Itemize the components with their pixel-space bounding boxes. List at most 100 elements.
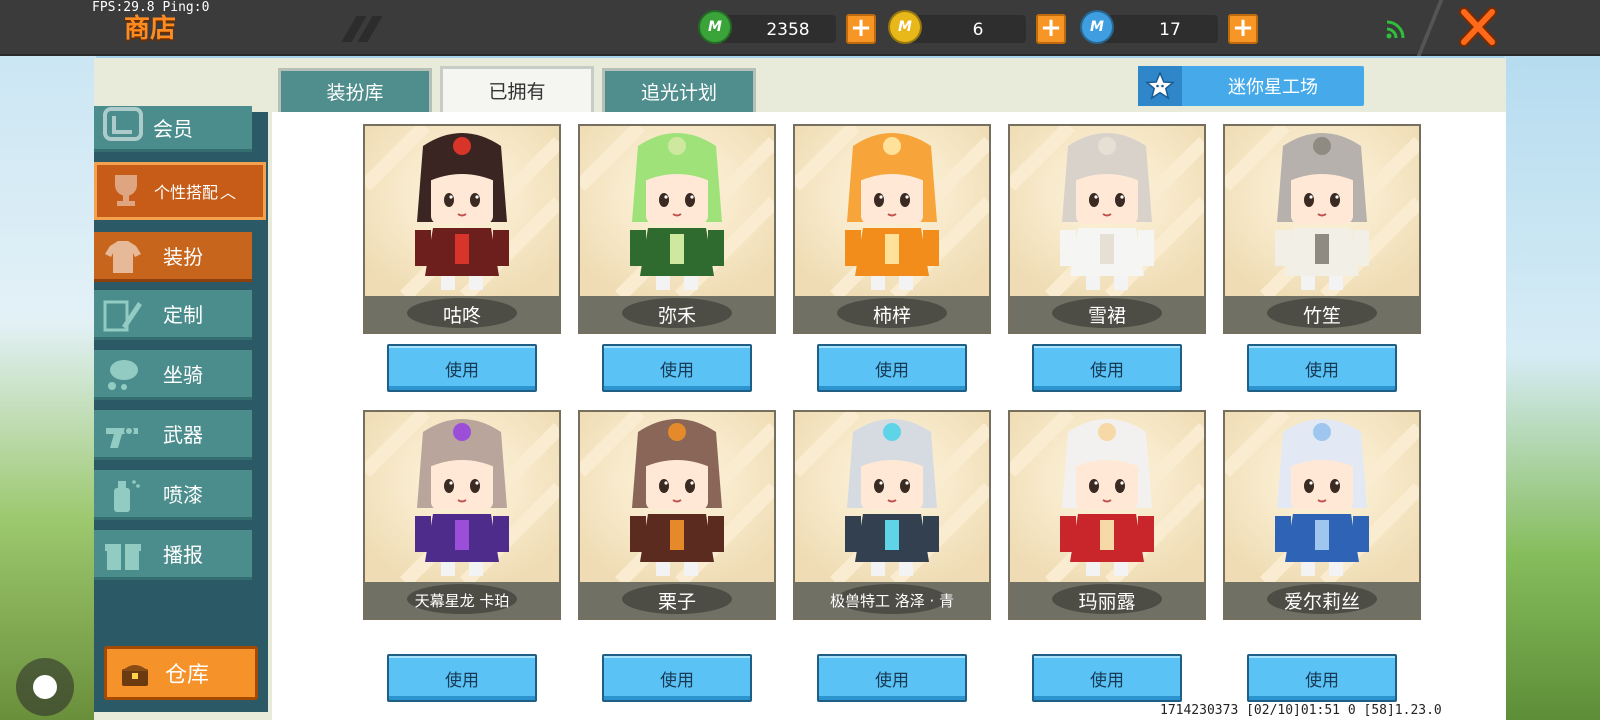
- name-bar: 雪裙: [1010, 296, 1204, 332]
- use-button[interactable]: 使用: [1032, 654, 1182, 702]
- sidebar-item-label: 定制: [163, 303, 203, 327]
- tab-owned[interactable]: 已拥有: [440, 66, 594, 112]
- skin-name: 栗子: [657, 590, 696, 613]
- character-preview: [580, 126, 774, 296]
- sidebar-item-broadcast[interactable]: 播报: [94, 530, 252, 580]
- skin-name: 竹笙: [1302, 304, 1341, 327]
- skin-card[interactable]: 爱尔莉丝: [1223, 410, 1421, 620]
- skin-card[interactable]: 玛丽露: [1008, 410, 1206, 620]
- skin-name: 弥禾: [657, 304, 696, 327]
- use-button[interactable]: 使用: [1247, 344, 1397, 392]
- add-gem-button[interactable]: +: [846, 14, 876, 44]
- skin-card[interactable]: 雪裙: [1008, 124, 1206, 334]
- sidebar-item-label: 装扮: [163, 245, 203, 269]
- skin-name: 雪裙: [1087, 304, 1126, 327]
- skin-card[interactable]: 栗子: [578, 410, 776, 620]
- tab-chase-light-plan[interactable]: 追光计划: [602, 68, 756, 112]
- use-button[interactable]: 使用: [817, 654, 967, 702]
- character-preview: [1225, 412, 1419, 582]
- fps-ping-readout: FPS:29.8 Ping:0: [92, 0, 210, 15]
- spray-can-icon: [114, 480, 140, 512]
- signal-icon: [1386, 20, 1405, 39]
- use-button[interactable]: 使用: [387, 654, 537, 702]
- skin-card[interactable]: 咕咚: [363, 124, 561, 334]
- sidebar-item-member[interactable]: 会员: [94, 106, 252, 152]
- background-scenery-left: [0, 56, 96, 720]
- character-preview: [365, 126, 559, 296]
- character-preview: [795, 126, 989, 296]
- name-bar: 弥禾: [580, 296, 774, 332]
- name-bar: 天幕星龙 卡珀: [365, 582, 559, 618]
- sidebar-item-mount[interactable]: 坐骑: [94, 350, 252, 400]
- name-bar: 竹笙: [1225, 296, 1419, 332]
- add-coin-button[interactable]: +: [1036, 14, 1066, 44]
- gift-box-icon: [105, 544, 141, 570]
- sidebar-item-label: 坐骑: [163, 363, 203, 387]
- warehouse-button[interactable]: 仓库: [104, 646, 258, 700]
- skin-name: 咕咚: [442, 304, 481, 327]
- sidebar-item-label: 会员: [153, 117, 193, 141]
- use-button[interactable]: 使用: [602, 654, 752, 702]
- skin-name: 天幕星龙 卡珀: [414, 591, 510, 610]
- name-bar: 柿梓: [795, 296, 989, 332]
- skin-name: 玛丽露: [1078, 590, 1136, 613]
- skin-card[interactable]: 柿梓: [793, 124, 991, 334]
- name-bar: 玛丽露: [1010, 582, 1204, 618]
- currency-coin: M 6 +: [888, 10, 1066, 46]
- member-icon: [103, 107, 143, 141]
- mini-star-workshop-button[interactable]: 迷你星工场: [1138, 66, 1364, 106]
- close-icon[interactable]: [1458, 6, 1498, 48]
- skin-card[interactable]: 竹笙: [1223, 124, 1421, 334]
- use-button[interactable]: 使用: [1032, 344, 1182, 392]
- skin-name: 柿梓: [872, 304, 911, 327]
- add-bean-button[interactable]: +: [1228, 14, 1258, 44]
- use-button[interactable]: 使用: [602, 344, 752, 392]
- pencil-icon: [103, 300, 142, 332]
- use-button[interactable]: 使用: [387, 344, 537, 392]
- top-divider: [1416, 0, 1444, 56]
- skin-name: 极兽特工 洛泽 · 青: [829, 591, 955, 610]
- mount-icon: [108, 360, 138, 390]
- name-bar: 咕咚: [365, 296, 559, 332]
- chest-icon: [122, 665, 148, 686]
- character-preview: [1010, 126, 1204, 296]
- floating-joystick[interactable]: [16, 658, 74, 716]
- name-bar: 爱尔莉丝: [1225, 582, 1419, 618]
- skin-card[interactable]: 极兽特工 洛泽 · 青: [793, 410, 991, 620]
- currency-gem: M 2358 +: [698, 10, 876, 46]
- character-preview: [365, 412, 559, 582]
- tab-wardrobe[interactable]: 装扮库: [278, 68, 432, 112]
- sidebar-item-custom[interactable]: 定制: [94, 290, 252, 340]
- gun-icon: [106, 426, 138, 448]
- mini-bean-icon: M: [1080, 10, 1114, 44]
- character-preview: [1225, 126, 1419, 296]
- build-info: 1714230373 [02/10]01:51 0 [58]1.23.0: [1160, 703, 1442, 718]
- sidebar: 会员 个性搭配 ︿ 装扮 定制 坐骑 武器 喷漆 播报: [94, 106, 268, 712]
- currency-bean: M 17 +: [1080, 10, 1258, 46]
- use-button[interactable]: 使用: [817, 344, 967, 392]
- skin-name: 爱尔莉丝: [1283, 590, 1360, 613]
- sidebar-group-personalize[interactable]: 个性搭配 ︿: [94, 162, 266, 220]
- gold-coin-icon: M: [888, 10, 922, 44]
- coin-count: 6: [972, 20, 984, 40]
- gem-count: 2358: [766, 20, 810, 40]
- use-button[interactable]: 使用: [1247, 654, 1397, 702]
- top-bar: 商店 FPS:29.8 Ping:0 M 2358 + M 6 + M 17 +: [0, 0, 1600, 56]
- name-bar: 栗子: [580, 582, 774, 618]
- decor-stripes: [341, 16, 395, 42]
- workshop-label: 迷你星工场: [1228, 77, 1318, 98]
- sidebar-group-label: 个性搭配: [153, 183, 218, 202]
- sidebar-item-label: 武器: [163, 423, 203, 447]
- sidebar-item-label: 喷漆: [163, 483, 203, 507]
- trophy-icon: [115, 175, 137, 206]
- sidebar-item-spray[interactable]: 喷漆: [94, 470, 252, 520]
- character-preview: [580, 412, 774, 582]
- character-preview: [795, 412, 989, 582]
- background-scenery-right: [1504, 56, 1600, 720]
- warehouse-label: 仓库: [164, 663, 209, 688]
- skin-card[interactable]: 天幕星龙 卡珀: [363, 410, 561, 620]
- skin-card[interactable]: 弥禾: [578, 124, 776, 334]
- sidebar-item-outfit[interactable]: 装扮: [94, 232, 252, 282]
- sidebar-item-weapon[interactable]: 武器: [94, 410, 252, 460]
- bean-count: 17: [1159, 20, 1181, 40]
